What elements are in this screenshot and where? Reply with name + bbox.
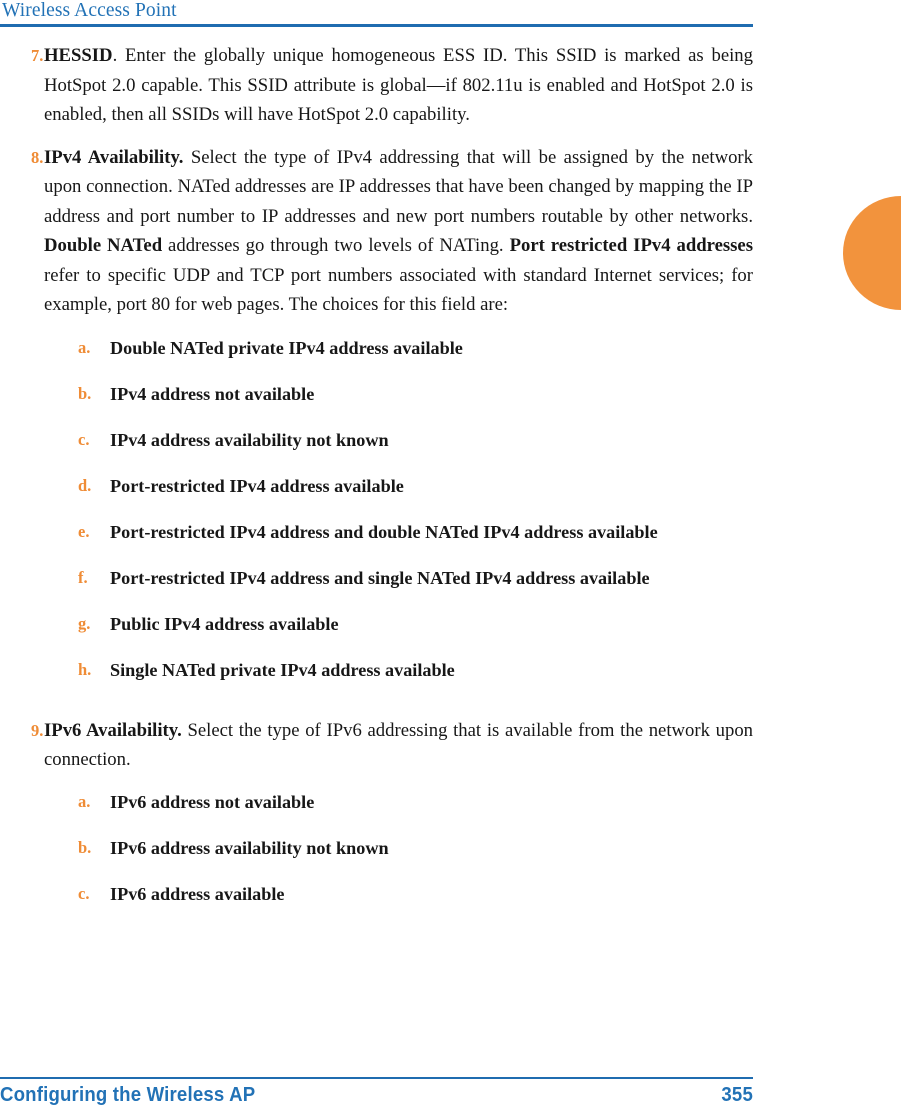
ipv6-choice-a: a. IPv6 address not available	[0, 788, 753, 816]
page-content: 7. HESSID. Enter the globally unique hom…	[0, 41, 753, 926]
ipv4-choice-c: c. IPv4 address availability not known	[0, 426, 753, 454]
ipv4-choice-e-label: Port-restricted IPv4 address and double …	[110, 521, 658, 542]
numbered-item-8-text-2: addresses go through two levels of NATin…	[162, 235, 510, 256]
numbered-item-8: 8. IPv4 Availability. Select the type of…	[0, 143, 753, 320]
list-marker: 9.	[31, 720, 44, 740]
list-marker: b.	[78, 837, 92, 857]
list-marker: e.	[78, 521, 90, 541]
ipv4-choice-d: d. Port-restricted IPv4 address availabl…	[0, 472, 753, 500]
list-marker: d.	[78, 475, 92, 495]
ipv4-choices-list: a. Double NATed private IPv4 address ava…	[0, 334, 753, 684]
ipv4-choice-f-label: Port-restricted IPv4 address and single …	[110, 567, 650, 588]
numbered-item-8-text-3: refer to specific UDP and TCP port numbe…	[44, 264, 753, 316]
ipv4-choice-h-label: Single NATed private IPv4 address availa…	[110, 659, 455, 680]
list-marker: b.	[78, 383, 92, 403]
numbered-item-9-body: IPv6 Availability. Select the type of IP…	[44, 716, 753, 775]
numbered-item-7-text: . Enter the globally unique homogeneous …	[44, 45, 753, 125]
ipv4-choice-a: a. Double NATed private IPv4 address ava…	[0, 334, 753, 362]
running-header-title: Wireless Access Point	[2, 0, 177, 21]
running-header: Wireless Access Point	[0, 0, 753, 27]
ipv4-choice-f: f. Port-restricted IPv4 address and sing…	[0, 564, 753, 592]
term-port-restricted-ipv4-addresses: Port restricted IPv4 addresses	[509, 235, 753, 256]
ipv4-choice-c-label: IPv4 address availability not known	[110, 429, 389, 450]
header-rule	[0, 24, 753, 27]
ipv4-choice-g-label: Public IPv4 address available	[110, 613, 339, 634]
footer-row: Configuring the Wireless AP 355	[0, 1079, 753, 1107]
ipv6-choice-b-label: IPv6 address availability not known	[110, 837, 389, 858]
ipv4-choice-e: e. Port-restricted IPv4 address and doub…	[0, 518, 753, 546]
term-ipv4-availability: IPv4 Availability.	[44, 146, 184, 168]
list-marker: a.	[78, 337, 91, 357]
numbered-item-8-body: IPv4 Availability. Select the type of IP…	[44, 143, 753, 320]
numbered-item-7-body: HESSID. Enter the globally unique homoge…	[44, 41, 753, 130]
ipv6-choice-c: c. IPv6 address available	[0, 880, 753, 908]
list-marker: h.	[78, 659, 92, 679]
list-marker: a.	[78, 791, 91, 811]
page-number: 355	[721, 1084, 753, 1106]
list-marker: c.	[78, 883, 90, 903]
ipv4-choice-h: h. Single NATed private IPv4 address ava…	[0, 656, 753, 684]
list-marker: f.	[78, 567, 88, 587]
ipv6-choice-a-label: IPv6 address not available	[110, 791, 315, 812]
term-ipv6-availability: IPv6 Availability.	[44, 719, 182, 741]
ipv6-choice-c-label: IPv6 address available	[110, 883, 285, 904]
numbered-item-9: 9. IPv6 Availability. Select the type of…	[0, 716, 753, 775]
ipv4-choice-b-label: IPv4 address not available	[110, 383, 315, 404]
ipv6-choice-b: b. IPv6 address availability not known	[0, 834, 753, 862]
term-double-nated: Double NATed	[44, 235, 163, 256]
term-hessid: HESSID	[44, 45, 113, 66]
list-marker: 8.	[31, 147, 44, 167]
list-marker: c.	[78, 429, 90, 449]
numbered-item-7: 7. HESSID. Enter the globally unique hom…	[0, 41, 753, 130]
ipv4-choice-d-label: Port-restricted IPv4 address available	[110, 475, 404, 496]
list-marker: g.	[78, 613, 91, 633]
ipv4-choice-b: b. IPv4 address not available	[0, 380, 753, 408]
list-marker: 7.	[31, 46, 44, 65]
ipv4-choice-g: g. Public IPv4 address available	[0, 610, 753, 638]
ipv4-choice-a-label: Double NATed private IPv4 address availa…	[110, 337, 463, 358]
footer-section-title: Configuring the Wireless AP	[0, 1084, 256, 1106]
page-footer: Configuring the Wireless AP 355	[0, 1077, 753, 1107]
ipv6-choices-list: a. IPv6 address not available b. IPv6 ad…	[0, 788, 753, 908]
chapter-thumb-tab	[843, 196, 901, 310]
